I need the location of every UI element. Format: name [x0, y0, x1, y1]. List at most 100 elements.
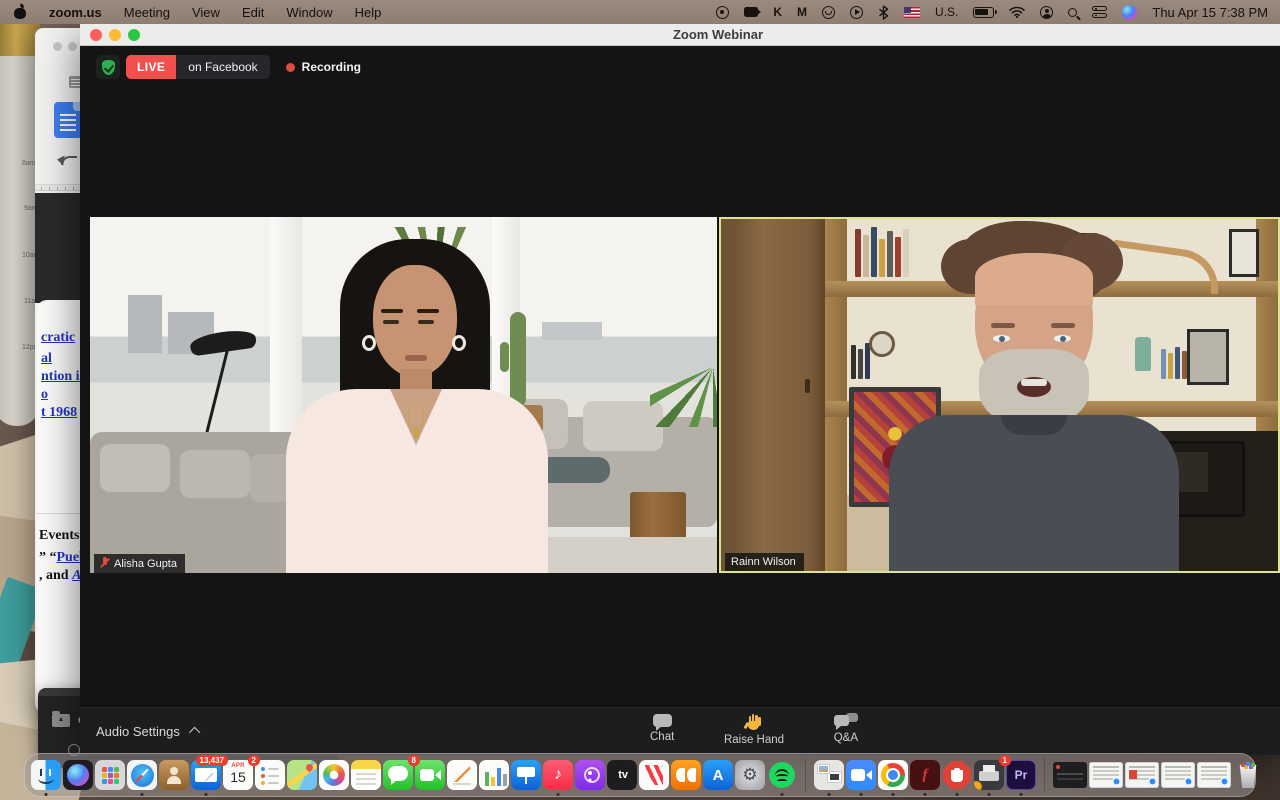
dock-finder[interactable]: [31, 760, 61, 790]
apple-menu-icon[interactable]: [14, 6, 27, 19]
menu-window[interactable]: Window: [286, 5, 332, 20]
printer-icon: [974, 760, 1004, 790]
dock-adblock[interactable]: [942, 760, 972, 790]
dock-mail[interactable]: 13,437: [191, 755, 228, 790]
pages-icon: [447, 760, 477, 790]
qa-button[interactable]: Q&A: [832, 710, 860, 750]
menu-zoom-us[interactable]: zoom.us: [49, 5, 102, 20]
inactive-traffic-light[interactable]: [53, 42, 62, 51]
chat-button[interactable]: Chat: [648, 710, 676, 750]
recording-dot-icon: [285, 62, 295, 72]
live-label: LIVE: [126, 55, 177, 79]
window-title: Zoom Webinar: [672, 27, 764, 42]
mail-badge: 13,437: [195, 755, 228, 766]
zoom-app-icon: [846, 760, 876, 790]
audio-settings-label: Audio Settings: [96, 723, 180, 739]
dock-reminders[interactable]: [255, 760, 285, 790]
dock-preview[interactable]: [814, 760, 844, 790]
live-stream-badge[interactable]: LIVE on Facebook: [126, 55, 270, 79]
minimized-document-thumbnail[interactable]: [1197, 762, 1231, 788]
undo-icon[interactable]: [61, 156, 77, 165]
calendar-icon: APR 15: [223, 760, 253, 790]
dock-notes[interactable]: [351, 760, 381, 790]
messages-icon: [383, 760, 413, 790]
dock-safari[interactable]: [127, 760, 157, 790]
podcasts-icon: [575, 760, 605, 790]
dock-siri[interactable]: [63, 760, 93, 790]
security-shield-button[interactable]: [96, 55, 120, 79]
doc-link[interactable]: t 1968: [41, 405, 77, 421]
menu-bar-clock[interactable]: Thu Apr 15 7:38 PM: [1152, 5, 1268, 20]
dock-pages[interactable]: [447, 760, 477, 790]
battery-icon[interactable]: [973, 6, 998, 18]
dock-numbers[interactable]: [479, 760, 509, 790]
dock-podcasts[interactable]: [575, 760, 605, 790]
siri-icon[interactable]: [1122, 4, 1138, 20]
dock-printer[interactable]: 1: [974, 755, 1011, 790]
input-source-flag-icon[interactable]: [904, 6, 921, 18]
user-account-icon[interactable]: [1040, 5, 1054, 19]
doc-link[interactable]: al: [41, 351, 52, 367]
dock-tv[interactable]: tv: [607, 760, 637, 790]
dock-appstore[interactable]: A: [703, 760, 733, 790]
messages-badge: 8: [407, 755, 420, 766]
dock-messages[interactable]: 8: [383, 755, 420, 790]
dock-contacts[interactable]: [159, 760, 189, 790]
spotlight-search-icon[interactable]: [1068, 7, 1078, 17]
calendar-day: 15: [230, 769, 246, 785]
close-button[interactable]: [90, 29, 102, 41]
displays-icon[interactable]: [1092, 6, 1108, 18]
folder-up-icon[interactable]: [52, 711, 70, 727]
dock-music[interactable]: ♪: [543, 760, 573, 790]
menu-help[interactable]: Help: [355, 5, 382, 20]
wifi-icon[interactable]: [1009, 6, 1026, 18]
doc-link[interactable]: o: [41, 387, 48, 403]
dock-flash[interactable]: f: [910, 760, 940, 790]
video-grid: Alisha Gupta Rainn Wilson: [80, 217, 1280, 573]
dock-photos[interactable]: [319, 760, 349, 790]
menu-edit[interactable]: Edit: [242, 5, 264, 20]
keyboard-maestro-icon[interactable]: K: [773, 5, 782, 19]
spotify-icon: [767, 760, 797, 790]
participant-name-tag: Alisha Gupta: [94, 554, 185, 573]
flash-icon: f: [910, 760, 940, 790]
dock-launchpad[interactable]: [95, 760, 125, 790]
inactive-traffic-light[interactable]: [68, 42, 77, 51]
menu-meeting[interactable]: Meeting: [124, 5, 170, 20]
doc-link[interactable]: cratic: [41, 330, 75, 346]
dock-chrome[interactable]: [878, 760, 908, 790]
creative-cloud-icon[interactable]: [822, 5, 836, 19]
participant-name: Rainn Wilson: [731, 556, 796, 568]
dock-books[interactable]: [671, 760, 701, 790]
raise-hand-button[interactable]: Raise Hand: [722, 710, 786, 750]
dock-calendar[interactable]: 2 APR 15: [223, 755, 260, 790]
dock-system-preferences[interactable]: ⚙: [735, 760, 765, 790]
minimized-document-thumbnail[interactable]: [1089, 762, 1123, 788]
chevron-up-icon[interactable]: [188, 726, 201, 739]
play-status-icon[interactable]: [850, 5, 864, 19]
dock-premiere[interactable]: Pr: [1006, 760, 1036, 790]
dock-news[interactable]: [639, 760, 669, 790]
zoom-camera-status-icon[interactable]: [744, 7, 762, 17]
zoom-webinar-window: Zoom Webinar LIVE on Facebook Recording: [80, 24, 1280, 755]
input-source-label[interactable]: U.S.: [935, 5, 958, 19]
menu-view[interactable]: View: [192, 5, 220, 20]
minimized-document-thumbnail[interactable]: [1161, 762, 1195, 788]
dock-spotify[interactable]: [767, 760, 797, 790]
minimized-document-thumbnail[interactable]: [1125, 762, 1159, 788]
m-status-icon[interactable]: M: [797, 5, 807, 19]
wallpaper-bottle-cap: [0, 22, 40, 56]
chat-label: Chat: [650, 731, 675, 743]
dock-trash[interactable]: [1233, 760, 1263, 790]
bluetooth-icon[interactable]: [878, 4, 889, 20]
preview-photos-icon: [814, 760, 844, 790]
calendar-badge: 2: [247, 755, 260, 766]
dock-maps[interactable]: [287, 760, 317, 790]
dock-zoom[interactable]: [846, 760, 876, 790]
minimized-window-thumbnail[interactable]: [1053, 762, 1087, 788]
screen-record-icon[interactable]: [716, 5, 730, 19]
dock-facetime[interactable]: [415, 760, 445, 790]
dock-keynote[interactable]: [511, 760, 541, 790]
participant-name-tag: Rainn Wilson: [725, 553, 804, 571]
audio-settings-button[interactable]: Audio Settings: [96, 706, 201, 756]
